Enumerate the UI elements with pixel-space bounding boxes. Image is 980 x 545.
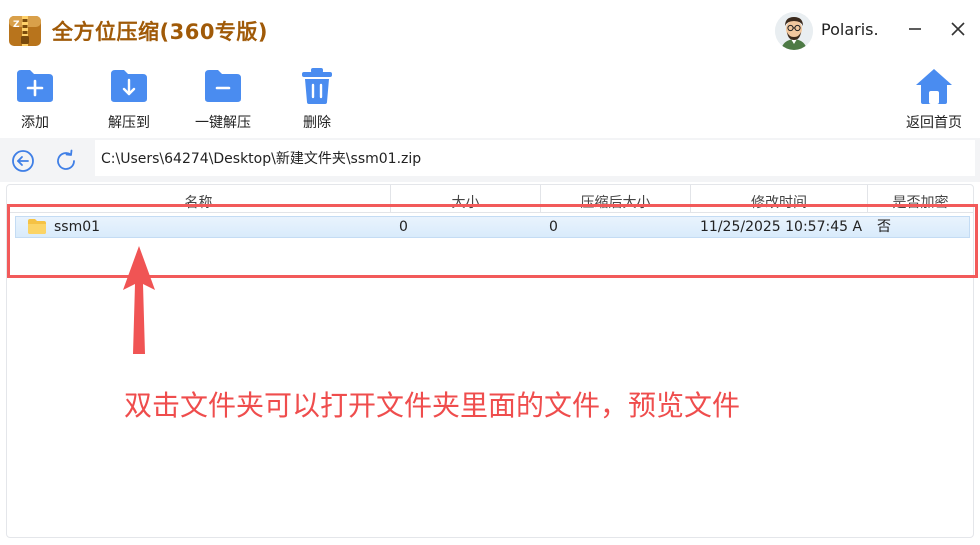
back-button[interactable] — [10, 148, 36, 174]
folder-minus-icon — [205, 70, 241, 102]
close-icon — [951, 22, 965, 36]
minimize-button[interactable] — [902, 16, 928, 42]
folder-extract-icon — [111, 70, 147, 102]
home-button[interactable]: 返回首页 — [900, 66, 968, 134]
trash-icon — [302, 68, 332, 104]
annotation-text: 双击文件夹可以打开文件夹里面的文件，预览文件 — [124, 389, 741, 422]
add-button[interactable]: 添加 — [10, 66, 60, 134]
folder-add-icon — [17, 70, 53, 102]
annotation-arrow-icon — [123, 246, 155, 354]
refresh-icon — [57, 149, 75, 170]
home-label: 返回首页 — [906, 115, 962, 131]
minimize-icon — [909, 28, 921, 30]
back-arrow-icon — [12, 150, 34, 172]
home-icon — [916, 69, 952, 104]
delete-label: 删除 — [303, 115, 331, 131]
app-title: 全方位压缩(360专版) — [52, 20, 269, 44]
toolbar: 添加 解压到 一键解压 删除 返回首页 — [0, 62, 980, 138]
address-bar — [0, 138, 980, 182]
one-click-extract-label: 一键解压 — [195, 115, 251, 131]
close-button[interactable] — [945, 16, 971, 42]
extract-to-button[interactable]: 解压到 — [100, 66, 158, 134]
avatar-portrait-icon — [775, 12, 813, 50]
extract-to-label: 解压到 — [108, 115, 150, 131]
one-click-extract-button[interactable]: 一键解压 — [190, 66, 256, 134]
delete-button[interactable]: 删除 — [292, 66, 342, 134]
refresh-button[interactable] — [53, 148, 79, 174]
app-logo-icon: Z — [9, 16, 41, 46]
svg-text:Z: Z — [13, 20, 20, 30]
add-label: 添加 — [21, 115, 49, 131]
path-input[interactable] — [95, 140, 975, 176]
title-bar: Z 全方位压缩(360专版) Polaris. — [0, 0, 980, 62]
user-avatar[interactable] — [775, 12, 813, 50]
user-name[interactable]: Polaris. — [821, 20, 879, 39]
